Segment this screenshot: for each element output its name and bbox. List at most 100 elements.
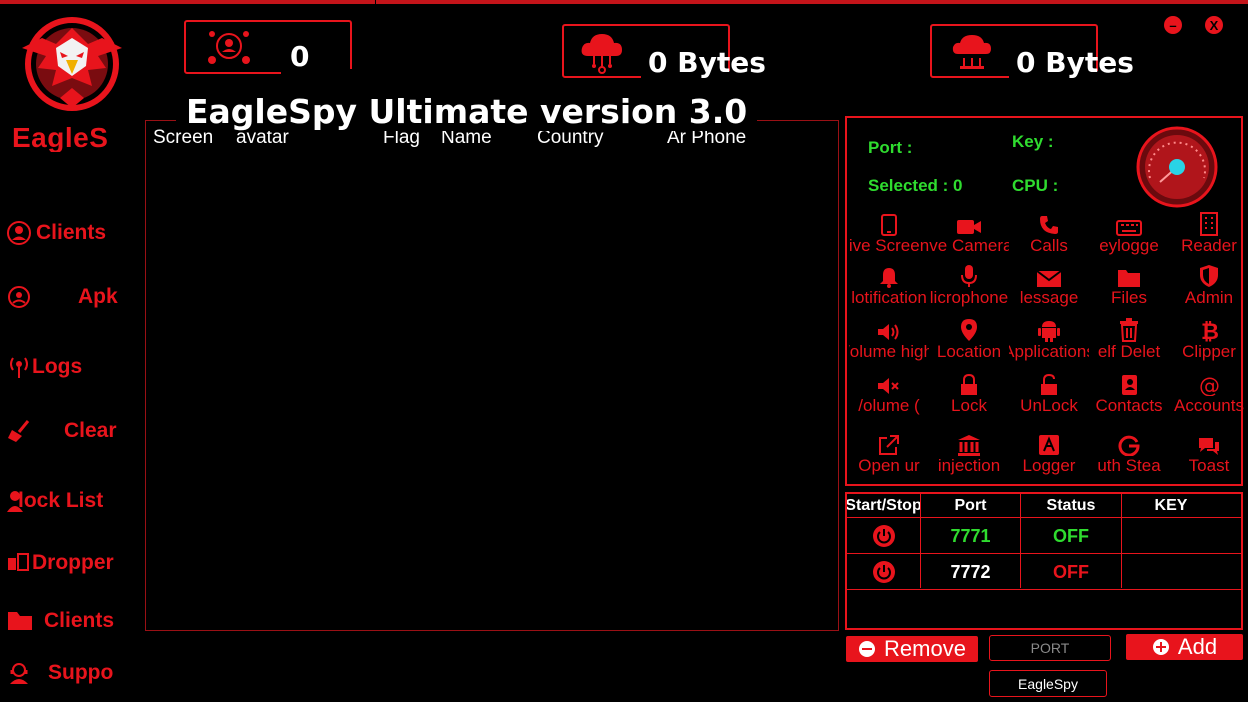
- sidebar-item-label: Apk: [78, 285, 118, 308]
- bell-icon: [879, 264, 899, 288]
- volume-high-icon: [877, 318, 901, 342]
- start-stop-button[interactable]: [847, 554, 920, 590]
- sidebar-item-label: Logs: [32, 355, 83, 378]
- tool-button[interactable]: Location: [929, 318, 1009, 364]
- tool-label: Logger: [1022, 456, 1076, 475]
- page-title: EagleSpy Ultimate version 3.0: [176, 92, 758, 131]
- dropper-icon: [8, 553, 29, 571]
- unlock-icon: [1040, 372, 1058, 396]
- close-button[interactable]: X: [1205, 16, 1223, 34]
- sidebar-item-label: Clients: [36, 221, 107, 244]
- tool-button[interactable]: injection: [929, 432, 1009, 478]
- tool-button[interactable]: Files: [1089, 264, 1169, 310]
- tool-button[interactable]: @ Accounts: [1169, 372, 1248, 418]
- tool-button[interactable]: Applications: [1009, 318, 1089, 364]
- minimize-button[interactable]: –: [1164, 16, 1182, 34]
- location-pin-icon: [960, 318, 978, 342]
- table-header-key[interactable]: KEY: [1122, 494, 1220, 518]
- sidebar-item-support[interactable]: Suppo: [6, 656, 132, 690]
- sidebar-item-label: Suppo: [48, 661, 114, 684]
- tool-label: Toast: [1188, 456, 1230, 475]
- tool-label: Location: [936, 342, 1002, 361]
- envelope-icon: [1036, 264, 1062, 288]
- sidebar-item-apk[interactable]: Apk: [6, 280, 132, 314]
- tool-button[interactable]: /olume (: [849, 372, 929, 418]
- tool-label: licrophone: [929, 288, 1009, 307]
- add-button[interactable]: Add: [1126, 634, 1243, 660]
- sidebar-item-clear[interactable]: Clear: [6, 414, 132, 448]
- microphone-icon: [960, 264, 978, 288]
- cloud-upload-icon: [581, 34, 622, 74]
- tool-button[interactable]: ive Camera: [929, 212, 1009, 258]
- cloud-server-icon: [952, 35, 991, 69]
- tool-button[interactable]: Lock: [929, 372, 1009, 418]
- eaglespy-button[interactable]: EagleSpy: [989, 670, 1107, 697]
- tool-label: UnLock: [1020, 396, 1078, 415]
- key-value: [1122, 518, 1240, 554]
- volume-mute-icon: [877, 372, 901, 396]
- sidebar-item-logs[interactable]: Logs: [6, 350, 132, 384]
- chat-icon: [1197, 432, 1221, 456]
- table-header-status[interactable]: Status: [1021, 494, 1121, 518]
- sidebar-item-label: Clients: [44, 609, 115, 632]
- sidebar-item-clients-folder[interactable]: Clients: [6, 604, 132, 638]
- trash-icon: [1119, 318, 1139, 342]
- table-header-port[interactable]: Port: [921, 494, 1020, 518]
- tool-button[interactable]: /olume high: [849, 318, 929, 364]
- sidebar-item-dropper[interactable]: Dropper: [6, 546, 132, 580]
- clients-count: 0: [290, 40, 310, 73]
- cpu-label: CPU :: [1012, 176, 1059, 195]
- tool-label: /olume high: [849, 342, 929, 361]
- tool-label: /olume (: [858, 396, 920, 415]
- selected-count: Selected : 0: [868, 176, 963, 195]
- apk-icon: [8, 286, 30, 308]
- tool-button[interactable]: elf Delet: [1089, 318, 1169, 364]
- tool-label: injection: [937, 456, 1001, 475]
- tool-button[interactable]: Logger: [1009, 432, 1089, 478]
- sidebar-item-lock-list[interactable]: lock List: [6, 484, 132, 518]
- clients-list[interactable]: [145, 120, 839, 631]
- download-stat-box: 0 Bytes: [930, 24, 1134, 79]
- tool-button[interactable]: ive Screen: [849, 212, 929, 258]
- table-header-start-stop[interactable]: Start/Stop: [847, 494, 920, 518]
- top-accent-line: [0, 0, 1248, 4]
- tool-label: Applications: [1009, 342, 1089, 361]
- tool-label: Admin: [1184, 288, 1234, 307]
- tool-button[interactable]: lotification: [849, 264, 929, 310]
- sidebar-item-label: lock List: [18, 489, 104, 512]
- port-input[interactable]: [989, 635, 1111, 661]
- tool-label: eylogge: [1099, 236, 1159, 255]
- shield-icon: [1199, 264, 1219, 288]
- tool-button[interactable]: uth Stea: [1089, 432, 1169, 478]
- start-stop-button[interactable]: [847, 518, 920, 554]
- tool-button[interactable]: Reader: [1169, 212, 1248, 258]
- tool-label: Contacts: [1095, 396, 1163, 415]
- top-accent-gap: [375, 0, 376, 4]
- tool-button[interactable]: Calls: [1009, 212, 1089, 258]
- tool-button[interactable]: Admin: [1169, 264, 1248, 310]
- tool-button[interactable]: licrophone: [929, 264, 1009, 310]
- tool-label: elf Delet: [1097, 342, 1161, 361]
- tool-label: Files: [1111, 288, 1147, 307]
- tool-button[interactable]: Toast: [1169, 432, 1248, 478]
- folder-icon: [8, 612, 32, 630]
- tool-button[interactable]: Open ur: [849, 432, 929, 478]
- sidebar-item-clients[interactable]: Clients: [6, 216, 132, 250]
- tool-button[interactable]: Contacts: [1089, 372, 1169, 418]
- tool-button[interactable]: UnLock: [1009, 372, 1089, 418]
- android-icon: [1038, 318, 1060, 342]
- port-label: Port :: [868, 138, 913, 157]
- at-icon: @: [1198, 372, 1220, 396]
- bank-icon: [957, 432, 981, 456]
- tool-button[interactable]: eylogge: [1089, 212, 1169, 258]
- key-value: [1122, 554, 1240, 590]
- tool-button[interactable]: ₿ Clipper: [1169, 318, 1248, 364]
- download-bytes: 0 Bytes: [1016, 46, 1134, 79]
- tool-label: Accounts: [1174, 396, 1244, 415]
- remove-button[interactable]: Remove: [846, 636, 978, 662]
- contact-book-icon: [1120, 372, 1138, 396]
- broadcast-icon: [10, 357, 28, 378]
- key-label: Key :: [1012, 132, 1054, 151]
- tool-button[interactable]: lessage: [1009, 264, 1089, 310]
- tool-label: lotification: [851, 288, 927, 307]
